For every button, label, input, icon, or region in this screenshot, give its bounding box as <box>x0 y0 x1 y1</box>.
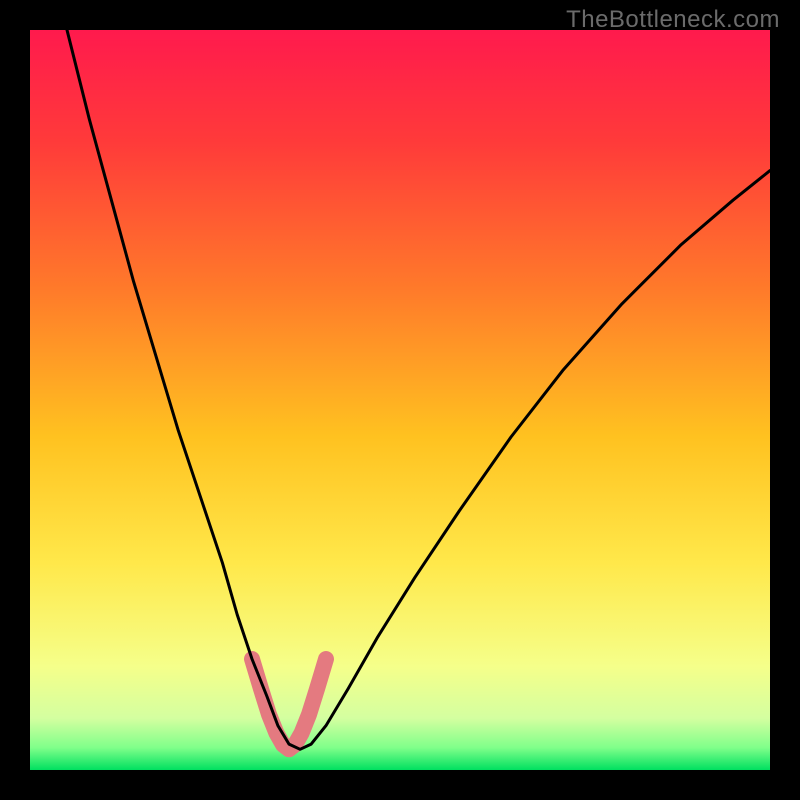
chart-svg <box>0 0 800 800</box>
chart-frame: TheBottleneck.com <box>0 0 800 800</box>
plot-background <box>30 30 770 770</box>
watermark-text: TheBottleneck.com <box>566 6 780 34</box>
